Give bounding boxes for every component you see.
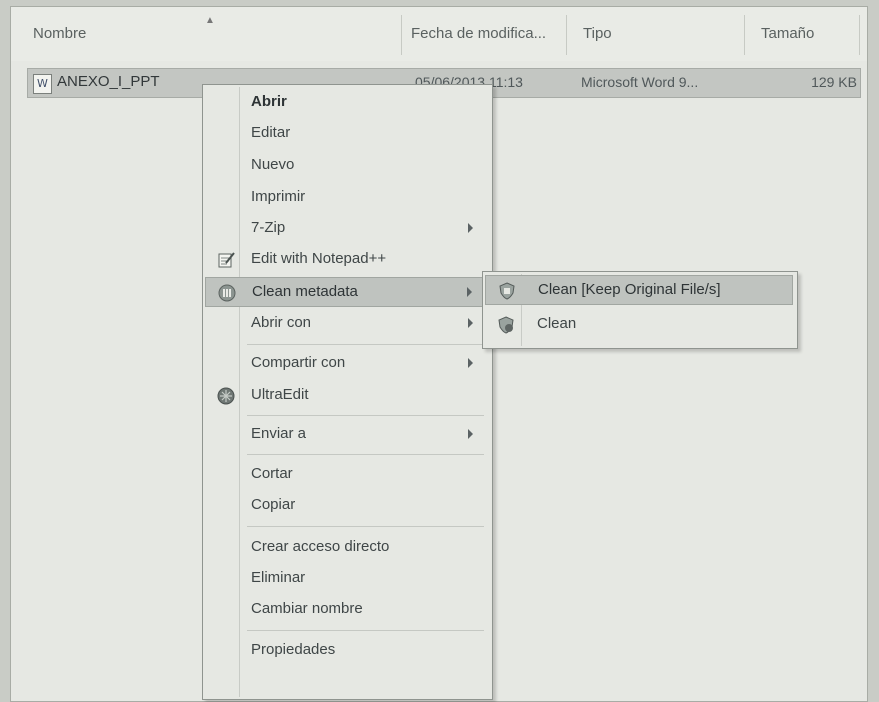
menu-separator (247, 415, 484, 416)
menu-item-label: 7-Zip (251, 219, 286, 236)
submenu-item-clean[interactable]: Clean (485, 310, 793, 340)
shield-clean-icon (498, 316, 514, 334)
menu-item-label: Clean metadata (252, 283, 358, 300)
menu-item-label: UltraEdit (251, 386, 309, 403)
sort-ascending-icon: ▲ (205, 15, 215, 26)
clean-metadata-icon (218, 284, 236, 302)
menu-item-clean-metadata[interactable]: Clean metadata (205, 277, 489, 307)
column-divider[interactable] (859, 15, 860, 55)
submenu-item-clean-keep-original[interactable]: Clean [Keep Original File/s] (485, 275, 793, 305)
shield-clean-icon (499, 282, 515, 300)
menu-item-label: Clean [Keep Original File/s] (538, 281, 721, 298)
clean-metadata-submenu: Clean [Keep Original File/s] Clean (482, 271, 798, 349)
notepad-icon (218, 252, 235, 268)
menu-item-enviar-a[interactable]: Enviar a (205, 420, 489, 450)
menu-item-label: Eliminar (251, 569, 306, 586)
menu-item-editar[interactable]: Editar (205, 119, 489, 149)
column-divider[interactable] (566, 15, 567, 55)
menu-item-propiedades[interactable]: Propiedades (205, 636, 489, 666)
menu-item-copiar[interactable]: Copiar (205, 491, 489, 521)
column-date-header[interactable]: Fecha de modifica... (411, 7, 546, 61)
menu-item-label: Copiar (251, 496, 296, 513)
menu-item-ultraedit[interactable]: UltraEdit (205, 381, 489, 411)
menu-item-label: Clean (537, 315, 577, 332)
menu-item-abrir[interactable]: Abrir (205, 88, 489, 118)
menu-item-label: Enviar a (251, 425, 307, 442)
column-divider[interactable] (401, 15, 402, 55)
menu-item-cortar[interactable]: Cortar (205, 460, 489, 490)
menu-item-label: Compartir con (251, 354, 346, 371)
menu-item-label: Imprimir (251, 188, 306, 205)
menu-item-label: Nuevo (251, 156, 295, 173)
column-type-header[interactable]: Tipo (583, 7, 612, 61)
file-name: ANEXO_I_PPT (57, 73, 160, 90)
column-divider[interactable] (744, 15, 745, 55)
menu-item-abrir-con[interactable]: Abrir con (205, 309, 489, 339)
word-document-icon: W (33, 74, 52, 94)
menu-item-label: Cambiar nombre (251, 600, 363, 617)
menu-item-nuevo[interactable]: Nuevo (205, 151, 489, 181)
submenu-arrow-icon (468, 358, 473, 368)
menu-item-cambiar-nombre[interactable]: Cambiar nombre (205, 595, 489, 625)
menu-item-crear-acceso-directo[interactable]: Crear acceso directo (205, 533, 489, 563)
submenu-arrow-icon (468, 223, 473, 233)
menu-item-label: Cortar (251, 465, 293, 482)
menu-item-label: Editar (251, 124, 291, 141)
menu-item-eliminar[interactable]: Eliminar (205, 564, 489, 594)
menu-separator (247, 344, 484, 345)
menu-separator (247, 630, 484, 631)
menu-item-label: Edit with Notepad++ (251, 250, 387, 267)
menu-item-edit-with-notepad[interactable]: Edit with Notepad++ (205, 245, 489, 275)
submenu-arrow-icon (467, 287, 472, 297)
menu-item-label: Abrir con (251, 314, 312, 331)
file-size: 129 KB (811, 74, 857, 90)
column-header-bar: Nombre ▲ Fecha de modifica... Tipo Tamañ… (11, 7, 867, 61)
column-name-header[interactable]: Nombre (33, 7, 86, 61)
menu-separator (247, 454, 484, 455)
menu-item-imprimir[interactable]: Imprimir (205, 183, 489, 213)
submenu-arrow-icon (468, 318, 473, 328)
menu-item-7zip[interactable]: 7-Zip (205, 214, 489, 244)
menu-item-label: Crear acceso directo (251, 538, 390, 555)
file-type: Microsoft Word 9... (581, 74, 699, 90)
menu-item-compartir-con[interactable]: Compartir con (205, 349, 489, 379)
column-size-header[interactable]: Tamaño (761, 7, 814, 61)
menu-item-label: Propiedades (251, 641, 336, 658)
submenu-arrow-icon (468, 429, 473, 439)
ultraedit-icon (217, 387, 235, 405)
menu-separator (247, 526, 484, 527)
context-menu: Abrir Editar Nuevo Imprimir 7-Zip Edit w… (202, 84, 493, 700)
menu-item-label: Abrir (251, 93, 287, 110)
